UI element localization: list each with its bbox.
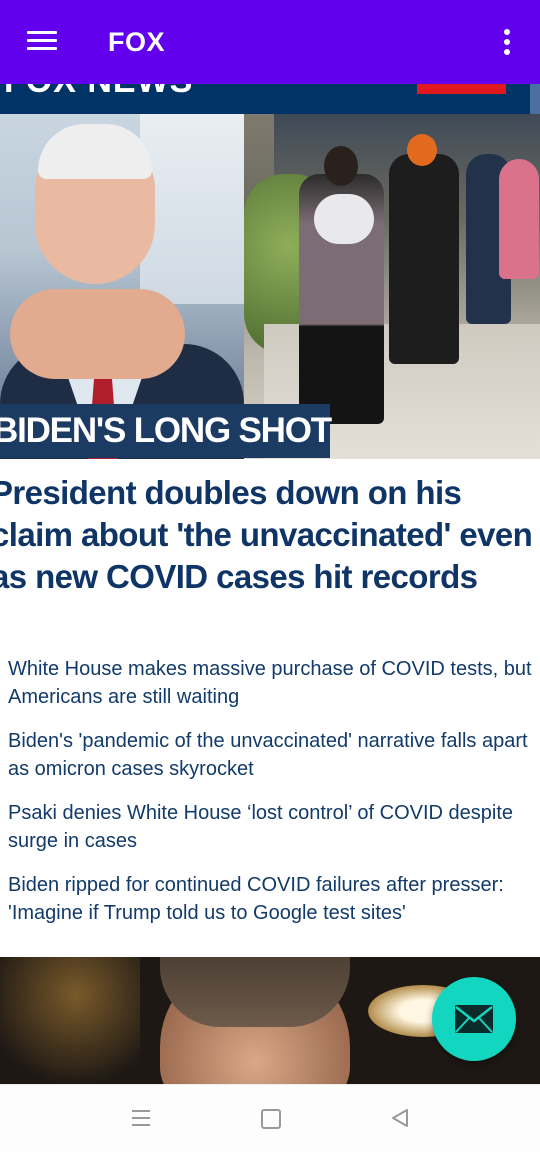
home-square-icon[interactable] [261, 1109, 281, 1129]
app-bar: FOX [0, 0, 540, 84]
site-header-button[interactable] [417, 84, 506, 94]
recent-apps-icon[interactable] [132, 1109, 150, 1127]
related-link[interactable]: White House makes massive purchase of CO… [8, 656, 538, 711]
kicker-label[interactable]: BIDEN'S LONG SHOT [0, 406, 332, 456]
related-link[interactable]: Biden ripped for continued COVID failure… [8, 872, 538, 927]
site-header: FOX NEWS [0, 84, 540, 114]
hamburger-menu-icon[interactable] [27, 31, 57, 51]
app-title: FOX [108, 27, 166, 57]
related-link[interactable]: Biden's 'pandemic of the unvaccinated' n… [8, 728, 538, 783]
system-nav-bar [0, 1084, 540, 1152]
site-header-strip [530, 84, 540, 114]
site-logo[interactable]: FOX NEWS [4, 84, 193, 101]
lead-headline[interactable]: President doubles down on his claim abou… [0, 472, 536, 598]
mail-icon [455, 1005, 493, 1033]
related-link[interactable]: Psaki denies White House ‘lost control’ … [8, 800, 538, 855]
more-vert-icon[interactable] [499, 29, 515, 57]
mail-fab-button[interactable] [432, 977, 516, 1061]
back-triangle-icon[interactable] [390, 1108, 410, 1128]
related-links-list: White House makes massive purchase of CO… [8, 656, 538, 944]
